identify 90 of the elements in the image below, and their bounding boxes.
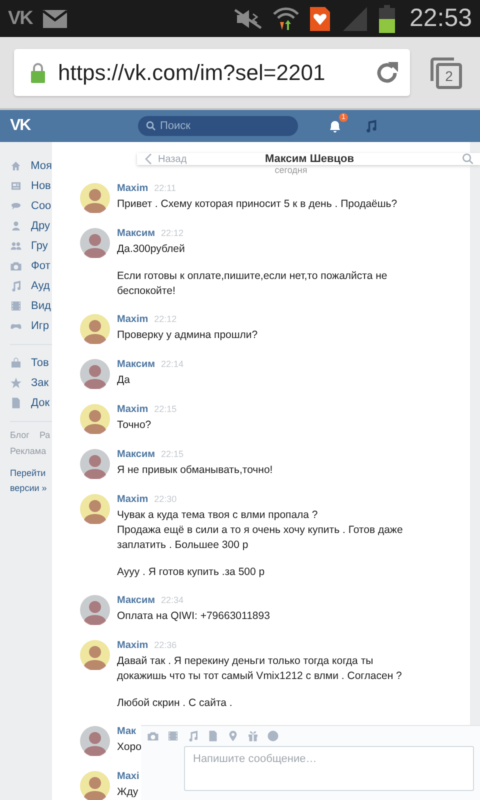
- address-bar[interactable]: https://vk.com/im?sel=2201: [14, 49, 410, 96]
- message-text: Оплата на QIWI: +79663011893: [117, 609, 270, 624]
- home-icon: [10, 160, 22, 172]
- sender-name[interactable]: Максим: [117, 449, 155, 460]
- sender-name[interactable]: Maxim: [117, 314, 148, 325]
- footer-link[interactable]: Блог: [10, 430, 30, 440]
- message-text: Да.300рублей: [117, 242, 185, 257]
- message-text: Да: [117, 373, 130, 388]
- music-icon[interactable]: [364, 118, 378, 134]
- message-text: Давай так . Я перекину деньги только тогда когда ты докажишь что ты тот самый Vmix1212 с влми . Согласен ?: [117, 654, 403, 684]
- message-text: Хоро: [117, 740, 142, 755]
- message-text: Любой скрин . С сайта .: [117, 696, 232, 711]
- lock-icon: [30, 62, 46, 84]
- back-button[interactable]: Назад: [145, 153, 265, 165]
- chat-title: Максим Шевцов: [265, 153, 356, 165]
- sidebar-item[interactable]: Игр: [10, 316, 52, 336]
- sender-name[interactable]: Мак: [117, 726, 136, 737]
- sender-name[interactable]: Maxi: [117, 771, 140, 782]
- battery-icon: [379, 4, 396, 32]
- message-text: Проверку у админа прошли?: [117, 328, 258, 343]
- sidebar-item[interactable]: Зак: [10, 373, 52, 393]
- mail-icon: [42, 8, 68, 28]
- footer-link[interactable]: Реклама: [10, 446, 46, 456]
- camera-icon: [10, 260, 22, 272]
- sidebar-item[interactable]: Фот: [10, 256, 52, 276]
- camera-icon[interactable]: [147, 730, 159, 742]
- message-text: Если готовы к оплате,пишите,если нет,то пожалйста не беспокойте!: [117, 269, 388, 299]
- sidebar-item[interactable]: Соо: [10, 196, 52, 216]
- signal-icon: [341, 6, 370, 32]
- film-icon: [10, 300, 22, 312]
- clock-time: 22:53: [409, 4, 472, 33]
- message-text: Точно?: [117, 418, 152, 433]
- sidebar-item[interactable]: Вид: [10, 296, 52, 316]
- full-version-link[interactable]: Перейти версии »: [10, 466, 52, 496]
- search-icon: [146, 121, 156, 131]
- message-text: Чувак а куда тема твоя с влми пропала ? Продажа ещё в сили а то я очень хочу купить . Готов даже заплатить . Большее 300 р: [117, 508, 404, 553]
- pin-icon[interactable]: [227, 730, 239, 742]
- message-input[interactable]: Напишите сообщение…: [184, 746, 474, 791]
- sidebar-item[interactable]: Гру: [10, 236, 52, 256]
- date-label: сегодня: [274, 165, 308, 175]
- message-time: 22:12: [161, 228, 184, 238]
- wifi-icon: [273, 6, 300, 32]
- doc-icon: [10, 397, 22, 409]
- reload-icon[interactable]: [374, 60, 400, 86]
- news-icon: [10, 180, 22, 192]
- sidebar-item[interactable]: Тов: [10, 353, 52, 373]
- music-icon[interactable]: [187, 730, 199, 742]
- sender-name[interactable]: Максим: [117, 228, 155, 239]
- search-icon[interactable]: [462, 153, 474, 165]
- bell-icon[interactable]: [328, 119, 342, 133]
- message-time: 22:11: [154, 183, 176, 193]
- url-text: https://vk.com/im?sel=2201: [58, 60, 326, 86]
- heart-app-icon: [309, 6, 332, 32]
- chat-icon: [10, 200, 22, 212]
- sidebar-item[interactable]: Ауд: [10, 276, 52, 296]
- sender-name[interactable]: Максим: [117, 595, 155, 606]
- message-time: 22:36: [154, 640, 177, 650]
- message-time: 22:12: [154, 314, 177, 324]
- message-time: 22:30: [154, 494, 177, 504]
- message-text: Аууу . Я готов купить .за 500 р: [117, 565, 265, 580]
- search-field[interactable]: Поиск: [138, 116, 298, 136]
- bag-icon: [10, 357, 22, 369]
- star-icon: [10, 377, 22, 389]
- sender-name[interactable]: Maxim: [117, 640, 148, 651]
- site-logo[interactable]: VK: [10, 117, 138, 135]
- message-time: 22:34: [161, 595, 184, 605]
- users-icon: [10, 240, 22, 252]
- sender-name[interactable]: Maxim: [117, 494, 148, 505]
- message-time: 22:14: [161, 359, 184, 369]
- music-icon: [10, 280, 22, 292]
- sidebar-item[interactable]: Док: [10, 393, 52, 413]
- film-icon[interactable]: [167, 730, 179, 742]
- sender-name[interactable]: Maxim: [117, 404, 148, 415]
- sender-name[interactable]: Максим: [117, 359, 155, 370]
- user-icon: [10, 220, 22, 232]
- sidebar-item[interactable]: Дру: [10, 216, 52, 236]
- app-notification-logo: VK: [8, 8, 32, 30]
- sidebar-item[interactable]: Моя: [10, 156, 52, 176]
- footer-link[interactable]: Ра: [39, 430, 50, 440]
- sender-name[interactable]: Maxim: [117, 183, 148, 194]
- message-text: Привет . Схему которая приносит 5 к в день . Продаёшь?: [117, 197, 398, 212]
- doc-icon[interactable]: [207, 730, 219, 742]
- chevron-left-icon: [145, 153, 152, 165]
- message-time: 22:15: [154, 404, 177, 414]
- message-text: Я не привык обманывать,точно!: [117, 463, 273, 478]
- mute-icon: [233, 8, 264, 30]
- message-time: 22:15: [161, 449, 184, 459]
- sidebar-item[interactable]: Нов: [10, 176, 52, 196]
- message-text: Жду: [117, 785, 138, 800]
- gift-icon[interactable]: [247, 730, 259, 742]
